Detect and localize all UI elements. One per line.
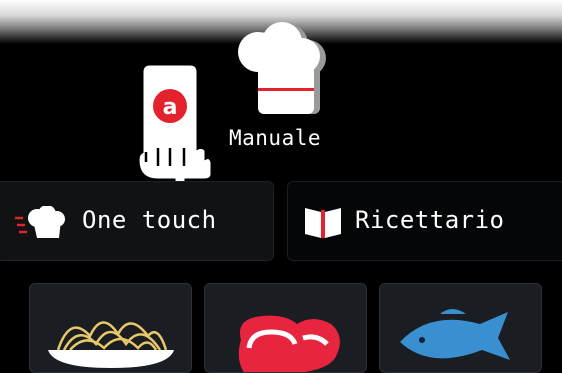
chef-hat-icon[interactable] [230,22,330,118]
category-card-meat[interactable] [204,283,367,373]
fish-icon [400,309,510,360]
mode-label: Manuale [229,126,322,150]
meat-icon [238,315,340,372]
tab-ricettario[interactable]: Ricettario [287,181,562,261]
category-card-fish[interactable] [379,283,542,373]
chef-hat-speed-icon [15,206,65,238]
open-book-icon [305,208,341,238]
tab-one-touch[interactable]: One touch [0,181,274,261]
pasta-icon [48,321,174,368]
tab-ricettario-label: Ricettario [355,206,505,234]
category-card-pasta[interactable] [29,283,192,373]
tab-one-touch-label: One touch [82,206,217,234]
badge-letter: a [163,95,178,120]
